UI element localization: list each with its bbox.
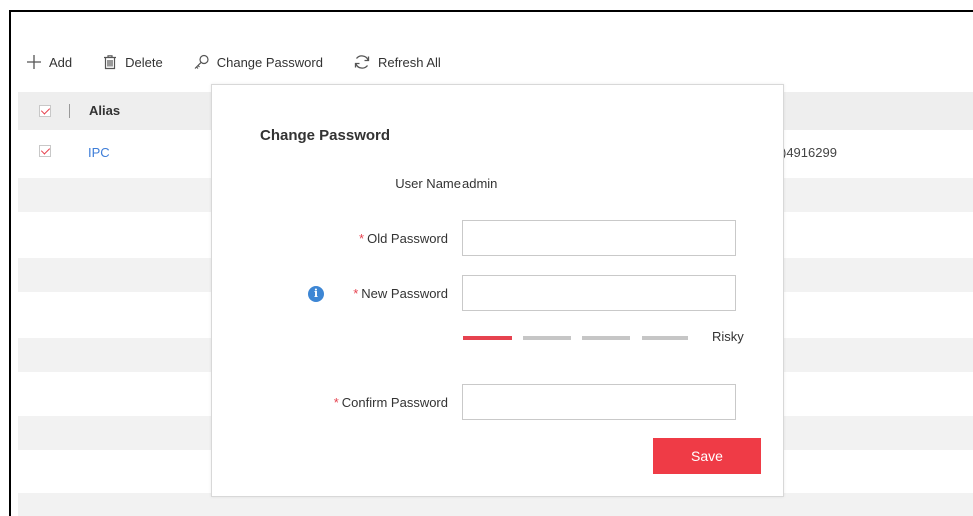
strength-label: Risky: [712, 329, 744, 344]
confirm-password-label-text: Confirm Password: [341, 395, 448, 410]
old-password-input[interactable]: [462, 220, 736, 256]
key-icon: [194, 54, 209, 69]
change-password-label: Change Password: [216, 54, 323, 70]
required-marker: *: [333, 395, 339, 410]
change-password-button[interactable]: Change Password: [193, 54, 323, 70]
info-icon[interactable]: i: [308, 286, 324, 302]
delete-button[interactable]: Delete: [102, 54, 163, 70]
new-password-label-text: New Password: [361, 286, 448, 301]
strength-segment-4: [642, 336, 688, 340]
app-frame: Add Delete Change Password Refresh All A…: [0, 0, 973, 516]
confirm-password-label: * Confirm Password: [334, 395, 448, 410]
frame-border-left: [9, 10, 11, 516]
required-marker: *: [359, 231, 365, 246]
required-marker: *: [353, 286, 359, 301]
user-name-value: admin: [462, 176, 498, 191]
refresh-all-button[interactable]: Refresh All: [353, 54, 441, 70]
trash-icon: [104, 55, 117, 70]
old-password-label-text: Old Password: [367, 231, 448, 246]
delete-label: Delete: [125, 54, 163, 70]
plus-icon: [27, 55, 41, 69]
old-password-label: * Old Password: [359, 231, 448, 246]
frame-border-top: [9, 10, 973, 12]
row-alias-link[interactable]: IPC: [88, 145, 110, 160]
user-name-label: User Name: [395, 176, 461, 191]
add-label: Add: [49, 54, 73, 70]
confirm-password-input[interactable]: [462, 384, 736, 420]
strength-segment-3: [582, 336, 630, 340]
dialog-title: Change Password: [260, 127, 391, 144]
row-serial-number: )4916299: [782, 145, 837, 160]
strength-segment-2: [523, 336, 571, 340]
strength-segment-1: [463, 336, 512, 340]
refresh-all-label: Refresh All: [377, 54, 441, 70]
column-header-alias: Alias: [89, 103, 121, 118]
select-all-checkbox[interactable]: [39, 105, 51, 117]
change-password-dialog: Change Password User Name admin * Old Pas…: [211, 84, 784, 497]
add-button[interactable]: Add: [26, 54, 72, 70]
row-checkbox[interactable]: [39, 145, 51, 157]
new-password-label: * New Password: [353, 286, 448, 301]
new-password-input[interactable]: [462, 275, 736, 311]
save-button[interactable]: Save: [653, 438, 761, 474]
toolbar: Add Delete Change Password Refresh All: [26, 50, 471, 74]
column-divider: [69, 104, 70, 118]
refresh-icon: [354, 55, 370, 69]
